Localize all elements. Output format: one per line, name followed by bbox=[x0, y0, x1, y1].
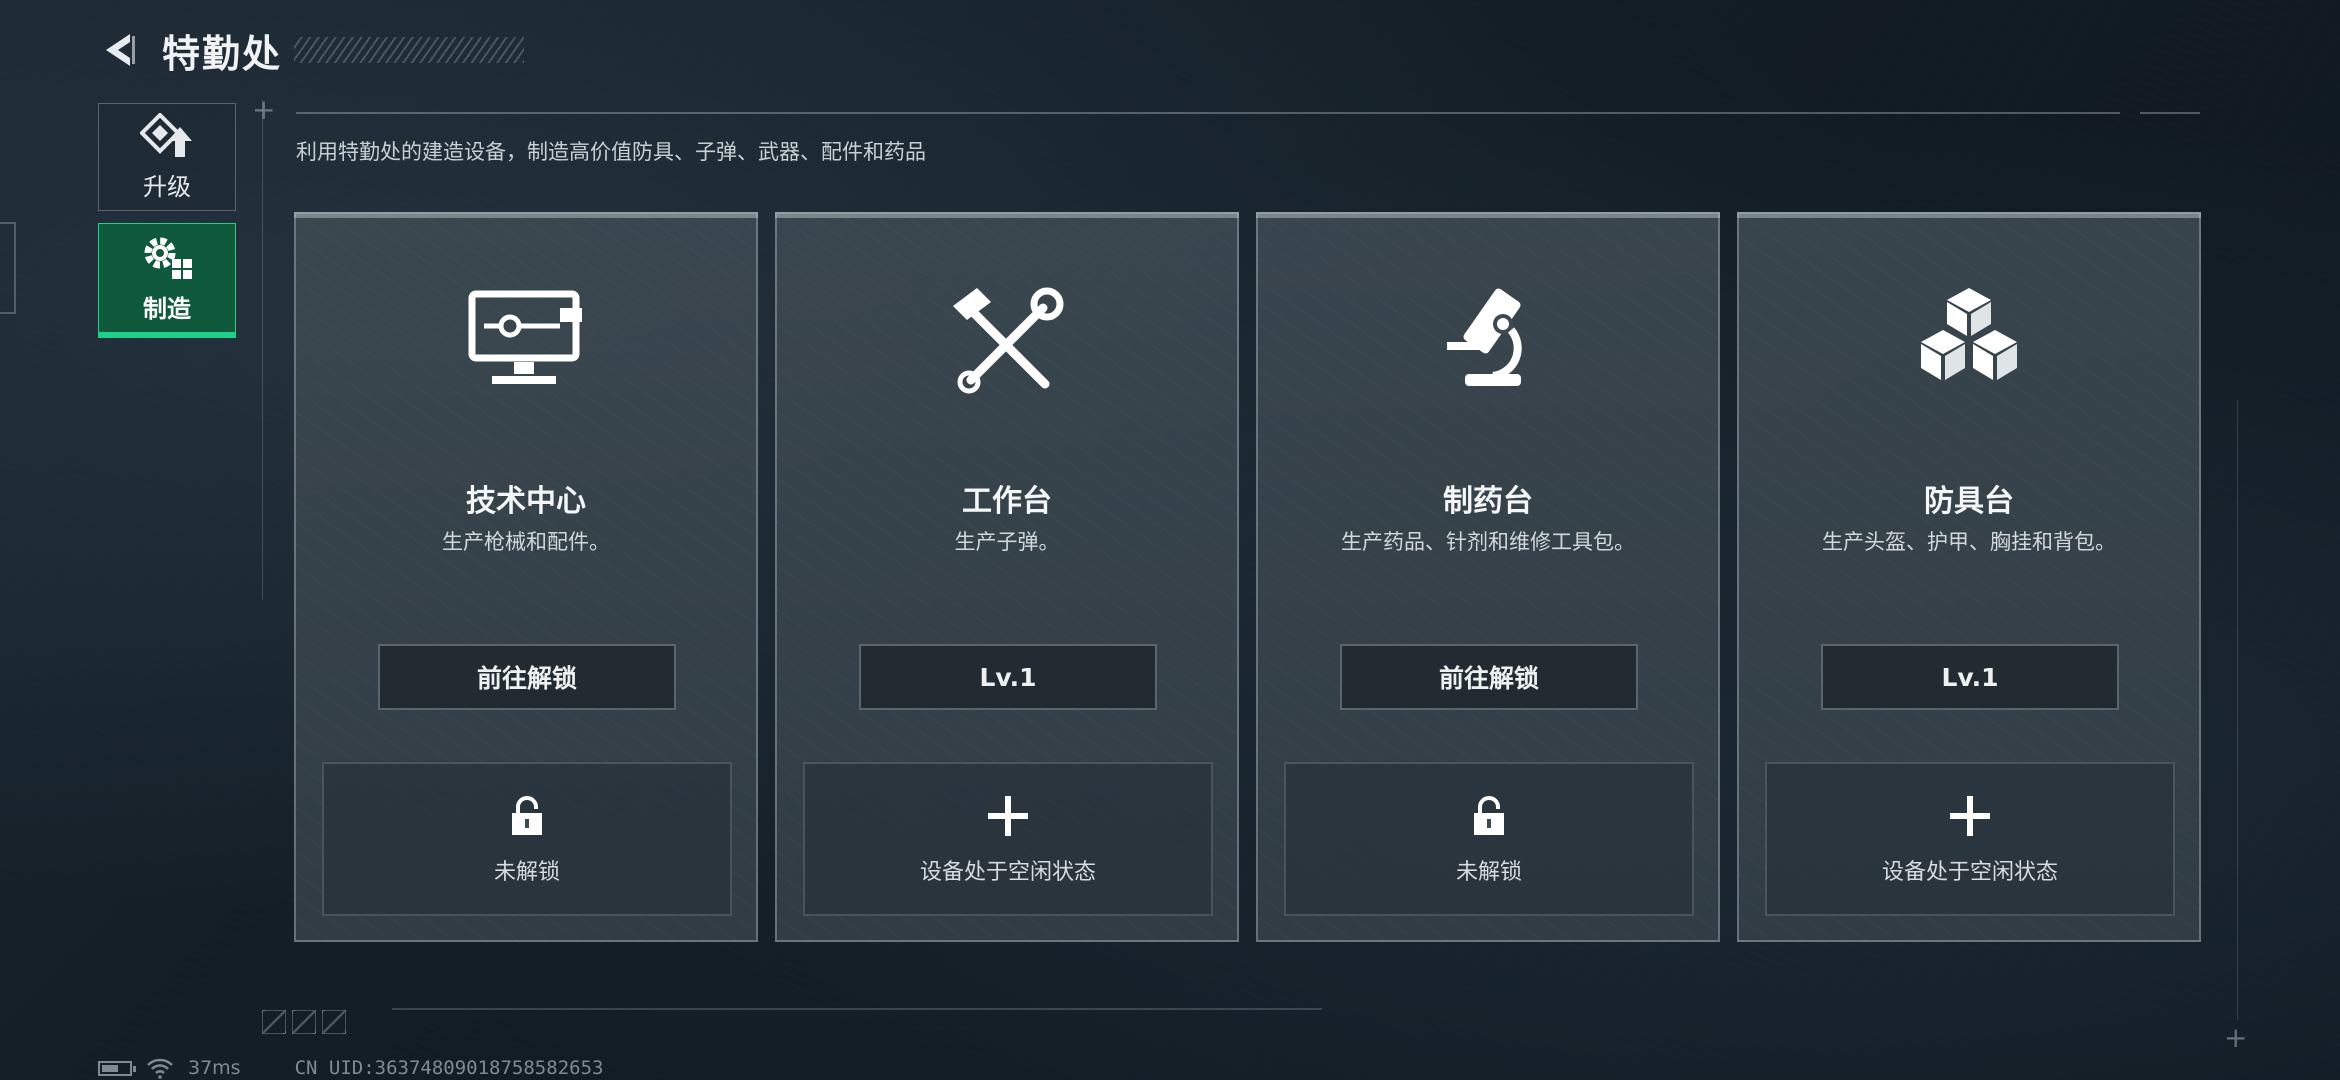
nav-label-upgrade: 升级 bbox=[143, 172, 191, 201]
station-description: 生产头盔、护甲、胸挂和背包。 bbox=[1822, 530, 2116, 554]
station-card-armor[interactable]: 防具台 生产头盔、护甲、胸挂和背包。 Lv.1 设备处于空闲状态 bbox=[1737, 212, 2201, 942]
top-divider bbox=[296, 112, 2120, 114]
production-slot[interactable]: 设备处于空闲状态 bbox=[803, 762, 1213, 916]
page-subtitle: 利用特勤处的建造设备，制造高价值防具、子弹、武器、配件和药品 bbox=[296, 140, 926, 164]
right-guide-line bbox=[2237, 400, 2238, 1020]
production-slot[interactable]: 未解锁 bbox=[322, 762, 732, 916]
status-bar: 37ms CN UID:36374809018758582653 bbox=[98, 1056, 603, 1080]
user-uid: CN UID:36374809018758582653 bbox=[294, 1057, 604, 1079]
plus-icon bbox=[1950, 796, 1990, 836]
station-card-tech-center[interactable]: 技术中心 生产枪械和配件。 前往解锁 未解锁 bbox=[294, 212, 758, 942]
station-description: 生产子弹。 bbox=[954, 530, 1060, 554]
station-name: 工作台 bbox=[962, 484, 1052, 519]
slot-status: 设备处于空闲状态 bbox=[1881, 860, 2058, 885]
edge-bracket-decoration bbox=[0, 222, 16, 314]
station-name: 技术中心 bbox=[466, 484, 586, 519]
station-card-workbench[interactable]: 工作台 生产子弹。 Lv.1 设备处于空闲状态 bbox=[775, 212, 1239, 942]
station-description: 生产枪械和配件。 bbox=[442, 530, 610, 554]
upgrade-icon bbox=[140, 112, 192, 157]
slot-status: 未解锁 bbox=[1455, 860, 1522, 885]
station-description: 生产药品、针剂和维修工具包。 bbox=[1341, 530, 1635, 554]
top-divider-end bbox=[2140, 112, 2200, 114]
wifi-icon bbox=[147, 1058, 173, 1079]
slot-status: 未解锁 bbox=[493, 860, 560, 885]
unlock-button[interactable]: 前往解锁 bbox=[1340, 644, 1638, 710]
title-decoration bbox=[294, 37, 525, 63]
header: 特勤处 bbox=[96, 22, 525, 78]
level-button[interactable]: Lv.1 bbox=[859, 644, 1157, 710]
production-slot[interactable]: 未解锁 bbox=[1284, 762, 1694, 916]
hammer-wrench-icon bbox=[953, 287, 1064, 394]
craft-gear-icon bbox=[144, 237, 192, 279]
corner-plus-decoration: + bbox=[252, 93, 276, 126]
level-button[interactable]: Lv.1 bbox=[1821, 644, 2119, 710]
nav-item-upgrade[interactable]: 升级 bbox=[98, 103, 236, 211]
back-button[interactable] bbox=[96, 26, 144, 74]
computer-monitor-icon bbox=[468, 290, 582, 384]
battery-icon bbox=[98, 1060, 136, 1076]
page-title: 特勤处 bbox=[162, 31, 283, 76]
station-name: 防具台 bbox=[1924, 484, 2014, 519]
ping-readout: 37ms bbox=[188, 1057, 241, 1079]
back-arrow-icon bbox=[106, 34, 135, 66]
corner-plus-decoration: + bbox=[2224, 1021, 2248, 1054]
left-guide-line bbox=[262, 100, 263, 600]
lock-icon bbox=[512, 796, 542, 835]
slot-status: 设备处于空闲状态 bbox=[919, 860, 1096, 885]
unlock-button[interactable]: 前往解锁 bbox=[378, 644, 676, 710]
bottom-guide-line bbox=[392, 1008, 1322, 1010]
nav-label-craft: 制造 bbox=[143, 294, 191, 323]
lock-icon bbox=[1474, 796, 1504, 835]
station-card-pharmacy[interactable]: 制药台 生产药品、针剂和维修工具包。 前往解锁 未解锁 bbox=[1256, 212, 1720, 942]
bottom-decoration bbox=[262, 1010, 346, 1034]
armor-cubes-icon bbox=[1921, 288, 2017, 380]
station-name: 制药台 bbox=[1443, 484, 1533, 519]
plus-icon bbox=[988, 796, 1028, 836]
production-slot[interactable]: 设备处于空闲状态 bbox=[1765, 762, 2175, 916]
nav-item-craft[interactable]: 制造 bbox=[98, 223, 236, 338]
microscope-icon bbox=[1447, 288, 1522, 386]
